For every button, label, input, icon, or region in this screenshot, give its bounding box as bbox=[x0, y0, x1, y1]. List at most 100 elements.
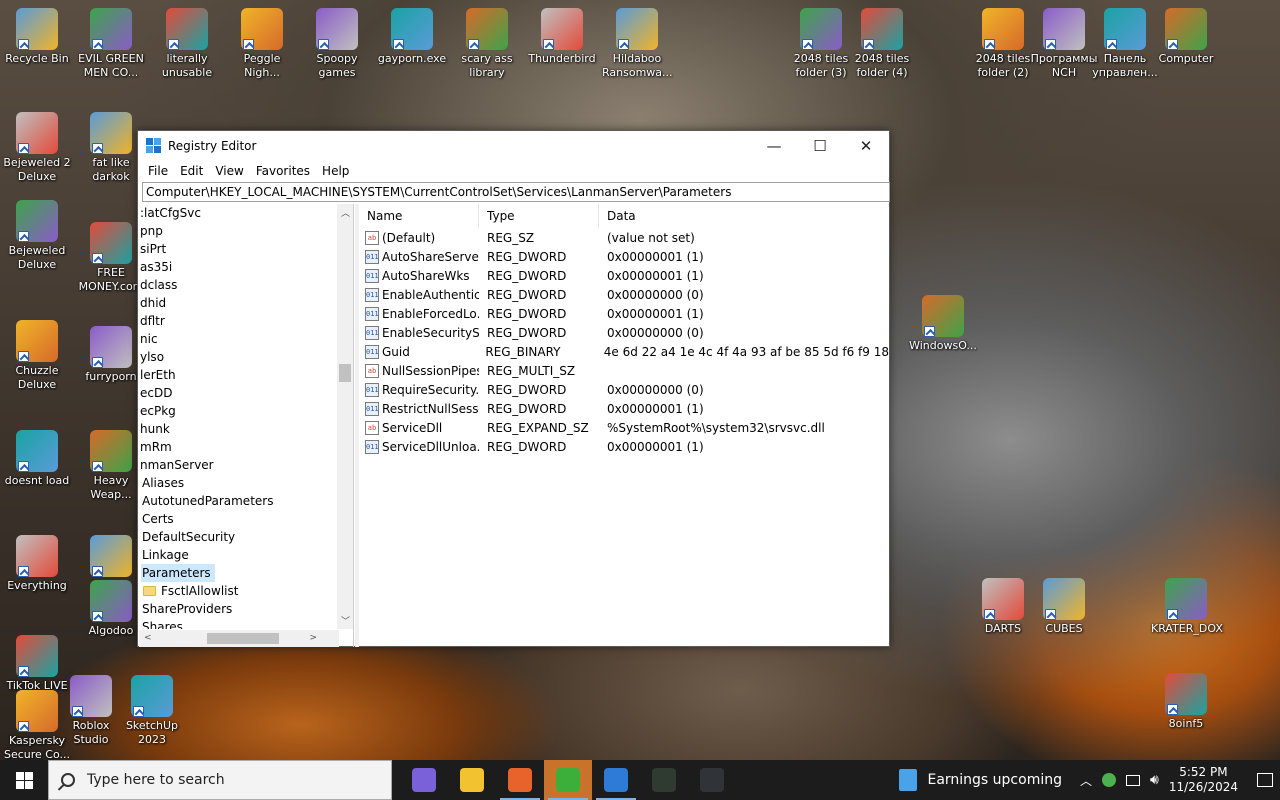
taskbar-search-box[interactable]: Type here to search bbox=[48, 760, 392, 800]
volume-icon[interactable]: 🔊︎ bbox=[1150, 772, 1159, 788]
people-icon[interactable] bbox=[1102, 773, 1116, 787]
address-bar[interactable]: Computer\HKEY_LOCAL_MACHINE\SYSTEM\Curre… bbox=[142, 182, 890, 202]
desktop-icon[interactable]: furryporn bbox=[76, 326, 146, 384]
desktop-icon[interactable]: Roblox Studio bbox=[56, 675, 126, 747]
column-name-header[interactable]: Name bbox=[359, 204, 479, 228]
desktop-icon[interactable]: Thunderbird bbox=[527, 8, 597, 66]
tree-key[interactable]: mRm bbox=[139, 438, 339, 456]
tree-key[interactable]: dhid bbox=[139, 294, 339, 312]
value-row[interactable]: 011EnableSecuritySi... REG_DWORD 0x0000000… bbox=[359, 323, 889, 342]
desktop-icon[interactable]: Everything bbox=[2, 535, 72, 593]
tree-key[interactable]: Certs bbox=[141, 510, 339, 528]
registry-editor-window[interactable]: Registry Editor — ☐ ✕ File Edit View Fav… bbox=[137, 130, 890, 647]
news-widget[interactable]: Earnings upcoming bbox=[899, 769, 1062, 791]
scroll-down-icon[interactable]: ﹀ bbox=[341, 614, 350, 627]
tree-key[interactable]: pnp bbox=[139, 222, 339, 240]
tree-key[interactable]: nmanServer bbox=[139, 456, 339, 474]
value-row[interactable]: ab NullSessionPipes REG_MULTI_SZ bbox=[359, 361, 889, 380]
tree-key[interactable]: hunk bbox=[139, 420, 339, 438]
desktop-icon[interactable]: Панель управлен... bbox=[1090, 8, 1160, 80]
desktop-icon[interactable]: Bejeweled 2 Deluxe bbox=[2, 112, 72, 184]
desktop-icon[interactable]: Algodoo bbox=[76, 580, 146, 638]
desktop-icon[interactable]: Recycle Bin bbox=[2, 8, 72, 66]
tree-key[interactable]: ylso bbox=[139, 348, 339, 366]
tree-key[interactable]: ecPkg bbox=[139, 402, 339, 420]
tree-key[interactable]: siPrt bbox=[139, 240, 339, 258]
scroll-right-icon[interactable]: > bbox=[309, 633, 317, 643]
taskbar-app-copilot[interactable] bbox=[400, 760, 448, 800]
title-bar[interactable]: Registry Editor — ☐ ✕ bbox=[138, 131, 889, 161]
desktop-icon[interactable]: WindowsO... bbox=[908, 295, 978, 353]
tree-key[interactable]: dfltr bbox=[139, 312, 339, 330]
tree-scroll-thumb[interactable] bbox=[339, 364, 351, 382]
tree-key[interactable]: as35i bbox=[139, 258, 339, 276]
desktop-icon[interactable]: 2048 tiles folder (3) bbox=[786, 8, 856, 80]
value-row[interactable]: 011EnableAuthentic... REG_DWORD 0x00000000… bbox=[359, 285, 889, 304]
value-row[interactable]: 011 Guid REG_BINARY 4e 6d 22 a4 1e 4c 4f 4a… bbox=[359, 342, 889, 361]
value-row[interactable]: 011 AutoShareWks REG_DWORD 0x00000001 (1) bbox=[359, 266, 889, 285]
column-data-header[interactable]: Data bbox=[599, 204, 889, 228]
desktop-icon[interactable]: Hildaboo Ransomwa... bbox=[602, 8, 673, 80]
tree-hscroll-thumb[interactable] bbox=[207, 633, 279, 644]
desktop-icon[interactable]: gayporn.exe bbox=[377, 8, 447, 66]
desktop-icon[interactable]: 8oinf5 bbox=[1151, 673, 1221, 731]
tree-key[interactable]: dclass bbox=[139, 276, 339, 294]
tree-key[interactable]: :latCfgSvc bbox=[139, 204, 339, 222]
tree-key[interactable]: DefaultSecurity bbox=[141, 528, 339, 546]
value-row[interactable]: 011 RequireSecurity... REG_DWORD 0x00000000… bbox=[359, 380, 889, 399]
tree-horizontal-scrollbar[interactable]: < > bbox=[139, 630, 339, 647]
tree-key[interactable]: lerEth bbox=[139, 366, 339, 384]
desktop-icon[interactable]: literally unusable bbox=[152, 8, 222, 80]
start-button[interactable] bbox=[0, 760, 48, 800]
desktop-icon[interactable]: 2048 tiles folder (2) bbox=[968, 8, 1038, 80]
value-row[interactable]: 011 AutoShareServer REG_DWORD 0x00000001 (1… bbox=[359, 247, 889, 266]
scroll-up-icon[interactable]: ︿ bbox=[341, 206, 350, 219]
minimize-button[interactable]: — bbox=[751, 131, 797, 161]
desktop-icon[interactable]: CUBES bbox=[1029, 578, 1099, 636]
network-icon[interactable] bbox=[1126, 774, 1140, 786]
key-tree-pane[interactable]: :latCfgSvc pnp siPrt as35i dclass dhid dfltr ni… bbox=[139, 204, 354, 647]
tree-key[interactable]: Linkage bbox=[141, 546, 339, 564]
tree-key[interactable]: ShareProviders bbox=[141, 600, 339, 618]
chevron-up-icon[interactable]: ︿ bbox=[1080, 772, 1092, 789]
desktop-icon[interactable]: EVIL GREEN MEN CO... bbox=[76, 8, 146, 80]
desktop-icon[interactable]: Peggle Nigh... bbox=[227, 8, 297, 80]
tree-key[interactable]: nic bbox=[139, 330, 339, 348]
close-button[interactable]: ✕ bbox=[843, 131, 889, 161]
values-list[interactable]: Name Type Data ab (Default) REG_SZ (value n… bbox=[359, 204, 889, 647]
taskbar-app-firefox[interactable] bbox=[496, 760, 544, 800]
taskbar-app-registry[interactable] bbox=[592, 760, 640, 800]
tree-key[interactable]: FsctlAllowlist bbox=[143, 582, 339, 600]
value-row[interactable]: ab (Default) REG_SZ (value not set) bbox=[359, 228, 889, 247]
value-row[interactable]: 011RestrictNullSess... REG_DWORD 0x0000000… bbox=[359, 399, 889, 418]
desktop-icon[interactable]: Computer bbox=[1151, 8, 1221, 66]
desktop-icon[interactable]: SketchUp 2023 bbox=[117, 675, 187, 747]
desktop-icon[interactable]: fat like darkok bbox=[76, 112, 146, 184]
desktop-icon[interactable]: Heavy Weap... bbox=[76, 430, 146, 502]
menu-view[interactable]: View bbox=[209, 164, 249, 178]
tree-key[interactable]: Aliases bbox=[141, 474, 339, 492]
tree-vertical-scrollbar[interactable]: ︿ ﹀ bbox=[337, 204, 353, 629]
value-row[interactable]: 011 EnableForcedLo... REG_DWORD 0x00000001 … bbox=[359, 304, 889, 323]
desktop-icon[interactable]: doesnt load bbox=[2, 430, 72, 488]
desktop-icon[interactable]: 2048 tiles folder (4) bbox=[847, 8, 917, 80]
column-type-header[interactable]: Type bbox=[479, 204, 599, 228]
desktop-icon[interactable]: FREE MONEY.com bbox=[76, 222, 146, 294]
value-row[interactable]: 011 ServiceDllUnloa... REG_DWORD 0x00000001… bbox=[359, 437, 889, 456]
clock[interactable]: 5:52 PM 11/26/2024 bbox=[1169, 765, 1238, 795]
tree-key[interactable]: AutotunedParameters bbox=[141, 492, 339, 510]
desktop-icon[interactable]: Spoopy games bbox=[302, 8, 372, 80]
desktop-icon[interactable]: scary ass library bbox=[452, 8, 522, 80]
menu-favorites[interactable]: Favorites bbox=[250, 164, 316, 178]
tree-key[interactable]: Shares bbox=[141, 618, 339, 629]
menu-edit[interactable]: Edit bbox=[174, 164, 209, 178]
desktop-icon[interactable]: Bejeweled Deluxe bbox=[2, 200, 72, 272]
taskbar-app-dim-app-2[interactable] bbox=[688, 760, 736, 800]
taskbar-app-dim-app-1[interactable] bbox=[640, 760, 688, 800]
value-row[interactable]: ab ServiceDll REG_EXPAND_SZ %SystemRoot%\sy… bbox=[359, 418, 889, 437]
menu-help[interactable]: Help bbox=[316, 164, 355, 178]
desktop-icon[interactable]: Программы NCH bbox=[1029, 8, 1099, 80]
scroll-left-icon[interactable]: < bbox=[144, 633, 152, 643]
menu-file[interactable]: File bbox=[142, 164, 174, 178]
desktop-icon[interactable]: DARTS bbox=[968, 578, 1038, 636]
